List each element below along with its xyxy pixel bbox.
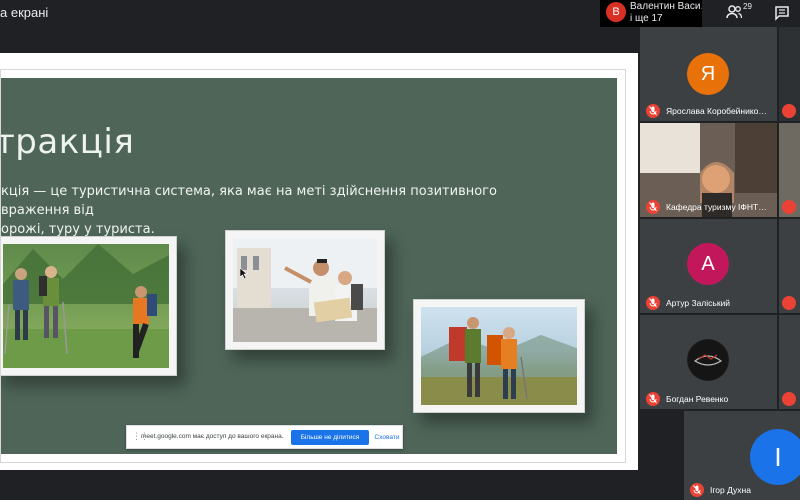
participant-tile[interactable]: Кафедра туризму ІФНТ… [640,123,777,217]
presenter-chip[interactable]: В Валентин Васи… і ще 17 [600,0,702,27]
participant-tile-partial[interactable] [779,27,800,121]
mic-off-icon [646,296,660,310]
avatar: І [750,429,800,485]
participant-tile[interactable]: І Ігор Духна [684,411,800,500]
participant-name: Артур Заліський [666,298,731,308]
hide-notice-button[interactable]: Сховати [373,430,401,445]
chat-button[interactable] [770,2,794,24]
hikers-photo [1,236,177,376]
participant-tile-partial[interactable] [779,219,800,313]
shared-screen: тракція кція — це туристична система, як… [0,53,638,470]
backpackers-photo [413,299,585,413]
participant-tile-partial[interactable] [779,123,800,217]
avatar: Я [687,53,729,95]
slide-frame: тракція кція — це туристична система, як… [0,69,626,463]
participant-tile-partial[interactable] [779,315,800,409]
participant-name: Богдан Ревенко [666,394,729,404]
people-count: 29 [743,2,752,11]
guide-map-photo [225,230,385,350]
top-bar: а екрані В Валентин Васи… і ще 17 29 [0,0,800,30]
mic-off-icon [782,296,796,310]
avatar [687,339,729,381]
mic-off-icon [646,200,660,214]
participant-tile[interactable]: Я Ярослава Коробейнико… [640,27,777,121]
presenting-label: а екрані [0,5,49,20]
stop-sharing-button[interactable]: Більше не ділитися [291,430,369,445]
presenter-name: Валентин Васи… [630,1,702,12]
participant-tile[interactable]: А Артур Заліський [640,219,777,313]
participant-name: Ігор Духна [710,485,751,495]
participant-tile[interactable]: Богдан Ревенко [640,315,777,409]
mic-off-icon [646,392,660,406]
avatar: А [687,243,729,285]
presenter-avatar: В [606,2,626,22]
participant-name: Ярослава Коробейнико… [666,106,767,116]
presenter-others: і ще 17 [630,13,663,24]
mic-off-icon [782,392,796,406]
mic-off-icon [782,104,796,118]
slide-title: тракція [1,122,135,162]
logo-icon [688,340,728,380]
participant-name: Кафедра туризму ІФНТ… [666,202,767,212]
slide: тракція кція — це туристична система, як… [1,78,617,454]
mic-off-icon [782,200,796,214]
chat-icon [775,6,789,21]
screen-share-notice: ⋮⋮ meet.google.com має доступ до вашого … [126,425,403,449]
slide-body-line: кція — це туристична система, яка має на… [1,184,497,218]
share-notice-text: meet.google.com має доступ до вашого екр… [141,433,284,440]
mic-off-icon [690,483,704,497]
people-icon [726,5,742,19]
mic-off-icon [646,104,660,118]
people-button[interactable]: 29 [722,0,756,26]
cursor-icon [240,268,248,279]
